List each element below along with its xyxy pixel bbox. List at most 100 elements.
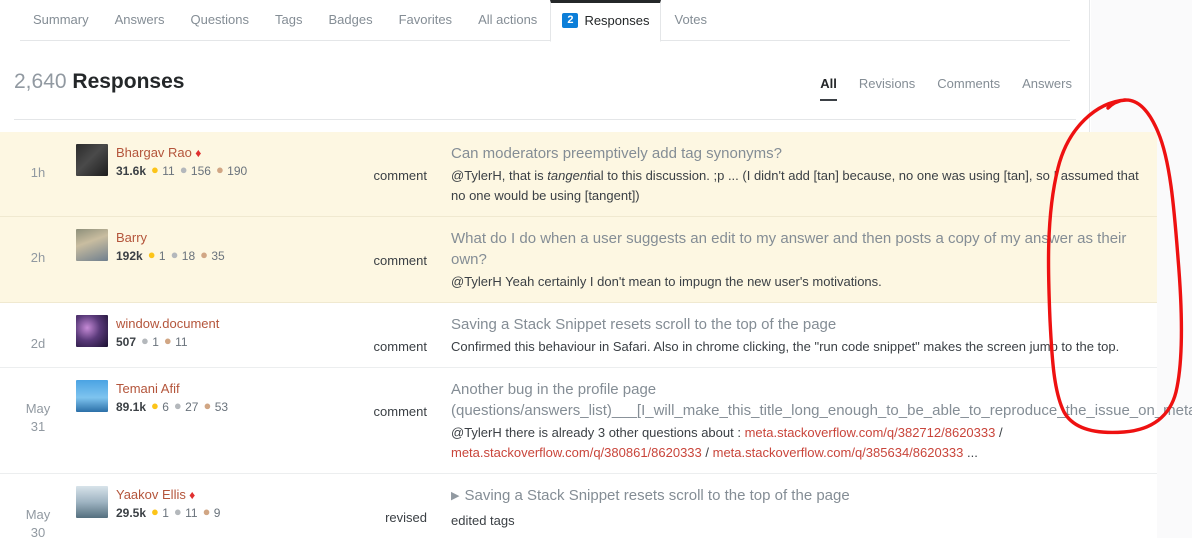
avatar[interactable] — [76, 229, 108, 261]
user-info: window.document 507 ● 1 ● 11 — [116, 315, 219, 350]
gold-badge-dot-icon: ● — [151, 398, 159, 413]
avatar[interactable] — [76, 380, 108, 412]
activity-list: 1h Bhargav Rao ♦ 31.6k ● 11 ● 156 ● 190 commen… — [0, 132, 1192, 538]
tab-votes[interactable]: Votes — [661, 0, 720, 40]
row-action-type: revised — [385, 510, 427, 525]
tab-badges[interactable]: Badges — [316, 0, 386, 40]
user-name-link[interactable]: Yaakov Ellis ♦ — [116, 487, 220, 503]
comment-excerpt: Confirmed this behaviour in Safari. Also… — [451, 337, 1147, 357]
excerpt-text: @TylerH Yeah certainly I don't mean to i… — [451, 274, 882, 289]
page-title: 2,640 Responses — [14, 69, 184, 94]
user-reputation: 89.1k ● 6 ● 27 ● 53 — [116, 399, 228, 415]
moderator-diamond-icon: ♦ — [185, 488, 196, 502]
activity-row: May 30 Yaakov Ellis ♦ 29.5k ● 1 ● 11 ● 9 revise… — [0, 474, 1157, 538]
tab-questions[interactable]: Questions — [177, 0, 262, 40]
avatar[interactable] — [76, 486, 108, 518]
filter-comments[interactable]: Comments — [937, 76, 1000, 99]
post-title-link[interactable]: Another bug in the profile page (questio… — [451, 379, 1192, 421]
filter-revisions[interactable]: Revisions — [859, 76, 915, 99]
user-reputation: 29.5k ● 1 ● 11 ● 9 — [116, 505, 220, 521]
excerpt-text: ... — [963, 445, 978, 460]
gold-badge-count: 6 — [162, 400, 169, 414]
tab-label: All actions — [478, 12, 538, 27]
tab-favorites[interactable]: Favorites — [386, 0, 465, 40]
tab-label: Tags — [275, 12, 303, 27]
gold-badge-count: 11 — [162, 164, 175, 178]
tab-summary[interactable]: Summary — [20, 0, 102, 40]
tab-all-actions[interactable]: All actions — [465, 0, 550, 40]
reputation-value: 192k — [116, 249, 143, 263]
tab-tags[interactable]: Tags — [262, 0, 315, 40]
post-title-text: Saving a Stack Snippet resets scroll to … — [464, 487, 850, 504]
gold-badge: ● 11 — [151, 163, 175, 178]
post-title-link[interactable]: ▶ Saving a Stack Snippet resets scroll to… — [451, 485, 1147, 507]
bronze-badge-dot-icon: ● — [215, 162, 224, 177]
row-timestamp: 2d — [0, 313, 76, 353]
row-action-type: comment — [373, 168, 427, 183]
user-card: Bhargav Rao ♦ 31.6k ● 11 ● 156 ● 190 — [76, 142, 351, 179]
gold-badge-count: 1 — [162, 506, 169, 520]
activity-row: May 31 Temani Afif 89.1k ● 6 ● 27 ● 53 comment A… — [0, 368, 1192, 474]
tab-answers[interactable]: Answers — [102, 0, 178, 40]
gold-badge-count: 1 — [158, 249, 166, 263]
bronze-badge: ● 35 — [200, 247, 225, 263]
external-link[interactable]: meta.stackoverflow.com/q/380861/8620333 — [451, 445, 702, 460]
external-link[interactable]: meta.stackoverflow.com/q/385634/8620333 — [713, 445, 964, 460]
timestamp-line: 30 — [30, 525, 46, 538]
row-timestamp: May 31 — [0, 378, 76, 436]
post-title-link[interactable]: Saving a Stack Snippet resets scroll to … — [451, 314, 1147, 335]
tab-responses[interactable]: 2 Responses — [550, 0, 662, 42]
user-name-link[interactable]: Bhargav Rao ♦ — [116, 145, 247, 161]
gold-badge-dot-icon: ● — [151, 504, 159, 519]
reputation-value: 89.1k — [116, 400, 147, 414]
avatar[interactable] — [76, 144, 108, 176]
silver-badge-dot-icon: ● — [173, 398, 182, 413]
tab-label: Summary — [33, 12, 89, 27]
user-card: Barry 192k ● 1 ● 18 ● 35 — [76, 227, 351, 264]
comment-excerpt: @TylerH, that is tangential to this disc… — [451, 166, 1147, 206]
row-body: Saving a Stack Snippet resets scroll to … — [429, 313, 1157, 357]
bronze-badge: ● 53 — [203, 399, 228, 414]
gold-badge-dot-icon: ● — [147, 247, 156, 262]
timestamp-line: 1h — [30, 165, 46, 180]
timestamp-line: May — [25, 401, 51, 416]
user-name-link[interactable]: window.document — [116, 316, 219, 332]
tab-label: Responses — [584, 12, 650, 28]
avatar[interactable] — [76, 315, 108, 347]
row-action-type: comment — [373, 253, 427, 268]
post-title-text: Can moderators preemptively add tag syno… — [451, 145, 782, 162]
post-title-link[interactable]: What do I do when a user suggests an edi… — [451, 228, 1147, 270]
tab-label: Badges — [328, 12, 373, 27]
activity-row: 1h Bhargav Rao ♦ 31.6k ● 11 ● 156 ● 190 commen… — [0, 132, 1157, 217]
expand-triangle-icon[interactable]: ▶ — [451, 490, 459, 502]
activity-row: 2d window.document 507 ● 1 ● 11 comment Saving… — [0, 303, 1157, 368]
responses-filter-tabs: All Revisions Comments Answers — [820, 76, 1072, 101]
excerpt-text: @TylerH, that is — [451, 168, 548, 183]
silver-badge-count: 18 — [181, 249, 196, 263]
profile-tabbar: Summary Answers Questions Tags Badges Favorit… — [20, 0, 1070, 42]
revision-summary: edited tags — [451, 513, 515, 528]
tab-label: Answers — [114, 12, 165, 27]
filter-all[interactable]: All — [820, 76, 837, 101]
excerpt-text: @TylerH there is already 3 other questio… — [451, 425, 745, 440]
excerpt-emphasis: tangent — [547, 168, 591, 183]
user-name-link[interactable]: Temani Afif — [116, 381, 228, 397]
gold-badge: ● 1 — [147, 247, 166, 263]
bronze-badge: ● 11 — [164, 334, 188, 349]
post-title-link[interactable]: Can moderators preemptively add tag syno… — [451, 143, 1147, 164]
post-title-text: Another bug in the profile page (questio… — [451, 381, 1192, 419]
external-link[interactable]: meta.stackoverflow.com/q/382712/8620333 — [745, 425, 996, 440]
silver-badge: ● 27 — [173, 398, 199, 414]
silver-badge-dot-icon: ● — [141, 333, 149, 348]
user-info: Yaakov Ellis ♦ 29.5k ● 1 ● 11 ● 9 — [116, 486, 220, 521]
user-info: Bhargav Rao ♦ 31.6k ● 11 ● 156 ● 190 — [116, 144, 247, 179]
user-reputation: 192k ● 1 ● 18 ● 35 — [116, 248, 225, 264]
silver-badge: ● 18 — [171, 248, 196, 263]
silver-badge: ● 156 — [180, 163, 211, 178]
bronze-badge-dot-icon: ● — [200, 247, 209, 262]
bronze-badge-count: 11 — [175, 335, 188, 349]
reputation-value: 29.5k — [116, 506, 147, 520]
bronze-badge-count: 190 — [227, 164, 248, 178]
user-name-link[interactable]: Barry — [116, 230, 225, 246]
filter-answers[interactable]: Answers — [1022, 76, 1072, 99]
